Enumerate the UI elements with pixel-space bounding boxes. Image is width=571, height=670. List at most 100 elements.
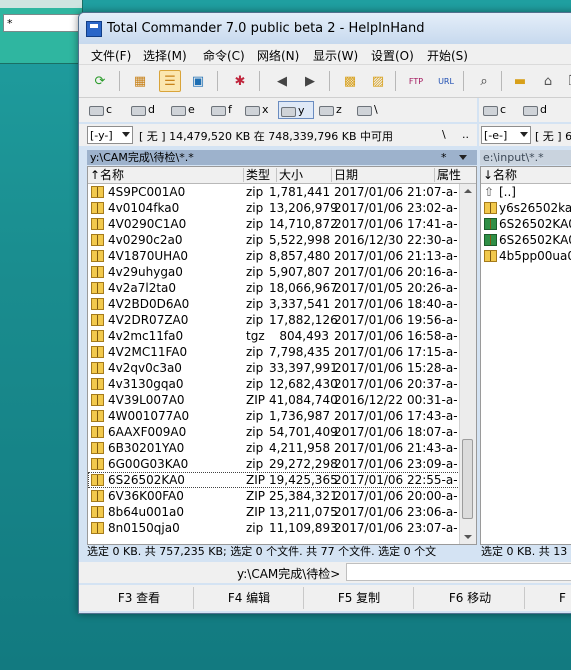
- refresh-icon[interactable]: ⟳: [89, 70, 111, 92]
- zip-archive-icon: [91, 298, 104, 310]
- find-icon[interactable]: ⌕: [473, 70, 495, 92]
- table-row[interactable]: 6V36K00FA0 ZIP 25,384,321 2017/01/06 20:00-…: [88, 488, 476, 504]
- left-current-path[interactable]: y:\CAM完成\待检\*.* *: [87, 150, 477, 165]
- folder-icon[interactable]: ▬: [509, 70, 531, 92]
- back-icon[interactable]: ◀: [271, 70, 293, 92]
- history-button[interactable]: *: [441, 150, 447, 165]
- f7-button[interactable]: F: [525, 587, 571, 609]
- ftp-icon[interactable]: FTP: [405, 70, 427, 92]
- f6-move-button[interactable]: F6 移动: [416, 587, 525, 609]
- menu-start[interactable]: 开始(S): [427, 47, 468, 64]
- table-row[interactable]: 6AAXF009A0 zip 54,701,409 2017/01/06 18:07-…: [88, 424, 476, 440]
- column-divider[interactable]: [434, 168, 435, 182]
- toolbar-separator: [501, 71, 502, 91]
- f3-view-button[interactable]: F3 查看: [85, 587, 194, 609]
- drive-button-y[interactable]: y: [278, 101, 314, 119]
- invert-selection-icon[interactable]: ✱: [229, 70, 251, 92]
- table-row[interactable]: 4v2mc11fa0 tgz 804,493 2017/01/06 16:58-a-: [88, 328, 476, 344]
- column-name[interactable]: ↑名称: [90, 167, 124, 183]
- column-size[interactable]: 大小: [279, 167, 303, 183]
- column-attr[interactable]: 属性: [437, 167, 461, 183]
- menu-view[interactable]: 显示(W): [313, 47, 358, 64]
- drive-button-f[interactable]: f: [209, 101, 247, 119]
- forward-icon[interactable]: ▶: [299, 70, 321, 92]
- left-drive-combo[interactable]: [-y-]: [87, 126, 133, 144]
- table-row[interactable]: 4v0290c2a0 zip 5,522,998 2016/12/30 22:30-a…: [88, 232, 476, 248]
- drive-button-d[interactable]: d: [129, 101, 167, 119]
- url-icon[interactable]: URL: [435, 70, 457, 92]
- table-row[interactable]: 8b64u001a0 ZIP 13,211,075 2017/01/06 23:06-…: [88, 504, 476, 520]
- drive-button-x[interactable]: x: [243, 101, 279, 119]
- menu-settings[interactable]: 设置(O): [371, 47, 414, 64]
- table-row[interactable]: 4V2DR07ZA0 zip 17,882,126 2017/01/06 19:56-…: [88, 312, 476, 328]
- zip-archive-icon: [91, 474, 104, 486]
- table-row[interactable]: 6S26502KA0 ZIP 19,425,365 2017/01/06 22:55-…: [88, 472, 476, 488]
- f4-edit-button[interactable]: F4 编辑: [195, 587, 304, 609]
- table-row[interactable]: 4V0290C1A0 zip 14,710,872 2017/01/06 17:41-…: [88, 216, 476, 232]
- list-item[interactable]: 4b5pp00ua0: [481, 248, 571, 264]
- table-row[interactable]: 4v0104fka0 zip 13,206,979 2017/01/06 23:02-…: [88, 200, 476, 216]
- table-row[interactable]: 4W001077A0 zip 1,736,987 2017/01/06 17:43-a…: [88, 408, 476, 424]
- thumbnail-view-icon[interactable]: ▣: [187, 70, 209, 92]
- drive-button-c[interactable]: c: [87, 101, 125, 119]
- table-row[interactable]: 4v2a7l2ta0 zip 18,066,967 2017/01/05 20:26-…: [88, 280, 476, 296]
- drive-button-e[interactable]: e: [169, 101, 207, 119]
- menu-command[interactable]: 命令(C): [203, 47, 245, 64]
- list-item[interactable]: ⇧ [..]: [481, 184, 571, 200]
- file-date: 2017/01/05 20:26-a-: [334, 281, 458, 295]
- column-divider[interactable]: [331, 168, 332, 182]
- scroll-up-icon[interactable]: [464, 189, 472, 193]
- table-row[interactable]: 4V2BD0D6A0 zip 3,337,541 2017/01/06 18:40-a…: [88, 296, 476, 312]
- table-row[interactable]: 4S9PC001A0 zip 1,781,441 2017/01/06 21:07-a…: [88, 184, 476, 200]
- table-row[interactable]: 4v2qv0c3a0 zip 33,397,991 2017/01/06 15:28-…: [88, 360, 476, 376]
- list-item[interactable]: 6S26502KA0: [481, 216, 571, 232]
- menu-select[interactable]: 选择(M): [143, 47, 187, 64]
- network-drive-icon: [281, 107, 296, 117]
- drive-button-network[interactable]: \: [355, 101, 391, 119]
- command-input[interactable]: [346, 563, 571, 581]
- full-view-icon[interactable]: ☰: [159, 70, 181, 92]
- table-row[interactable]: 4V39L007A0 ZIP 41,084,740 2016/12/22 00:31-…: [88, 392, 476, 408]
- table-row[interactable]: 4V1870UHA0 zip 8,857,480 2017/01/06 21:13-a…: [88, 248, 476, 264]
- drive-button-z[interactable]: z: [317, 101, 353, 119]
- file-date: 2017/01/06 15:28-a-: [334, 361, 458, 375]
- table-row[interactable]: 6G00G03KA0 zip 29,272,298 2017/01/06 23:09-…: [88, 456, 476, 472]
- right-file-panel[interactable]: ↓名称 ⇧ [..] y6s26502ka 6S26502KA0 6S26502KA0 4…: [480, 166, 571, 545]
- column-name[interactable]: ↓名称: [483, 167, 517, 183]
- drive-button-d[interactable]: d: [521, 101, 559, 119]
- table-row[interactable]: 4V2MC11FA0 zip 7,798,435 2017/01/06 17:15-a…: [88, 344, 476, 360]
- column-divider[interactable]: [276, 168, 277, 182]
- root-button[interactable]: \: [442, 128, 446, 141]
- file-date: 2017/01/06 22:55-a-: [334, 473, 458, 487]
- list-item[interactable]: y6s26502ka: [481, 200, 571, 216]
- unpack-icon[interactable]: ▨: [367, 70, 389, 92]
- right-current-path[interactable]: e:\input\*.*: [480, 150, 571, 165]
- copy-icon[interactable]: ❐: [563, 70, 571, 92]
- list-item[interactable]: 6S26502KA0: [481, 232, 571, 248]
- left-file-panel[interactable]: ↑名称 类型 大小 日期 属性 4S9PC001A0 zip 1,781,441 20…: [87, 166, 477, 545]
- column-divider[interactable]: [243, 168, 244, 182]
- brief-view-icon[interactable]: ▦: [129, 70, 151, 92]
- pack-icon[interactable]: ▩: [339, 70, 361, 92]
- parent-button[interactable]: ..: [462, 128, 469, 141]
- title-bar[interactable]: Total Commander 7.0 public beta 2 - Help…: [79, 13, 571, 44]
- table-row[interactable]: 6B30201YA0 zip 4,211,958 2017/01/06 21:43-a…: [88, 440, 476, 456]
- table-row[interactable]: 4v3130gqa0 zip 12,682,430 2017/01/06 20:37-…: [88, 376, 476, 392]
- chevron-down-icon[interactable]: [459, 155, 467, 160]
- column-type[interactable]: 类型: [246, 167, 270, 183]
- zip-archive-icon: [484, 250, 497, 262]
- table-row[interactable]: 8n0150qja0 zip 11,109,893 2017/01/06 23:07-…: [88, 520, 476, 536]
- scroll-down-icon[interactable]: [464, 535, 472, 539]
- up-icon[interactable]: ⌂: [537, 70, 559, 92]
- menu-file[interactable]: 文件(F): [91, 47, 131, 64]
- table-row[interactable]: 4v29uhyga0 zip 5,907,807 2017/01/06 20:16-a…: [88, 264, 476, 280]
- menu-network[interactable]: 网络(N): [257, 47, 299, 64]
- right-drive-combo[interactable]: [-e-]: [481, 126, 531, 144]
- column-date[interactable]: 日期: [334, 167, 358, 183]
- file-date: 2016/12/30 22:30-a-: [334, 233, 458, 247]
- scroll-thumb[interactable]: [462, 439, 473, 519]
- f5-copy-button[interactable]: F5 复制: [305, 587, 414, 609]
- background-window-field[interactable]: *: [3, 14, 81, 32]
- left-scrollbar[interactable]: [459, 184, 476, 544]
- drive-button-c[interactable]: c: [481, 101, 519, 119]
